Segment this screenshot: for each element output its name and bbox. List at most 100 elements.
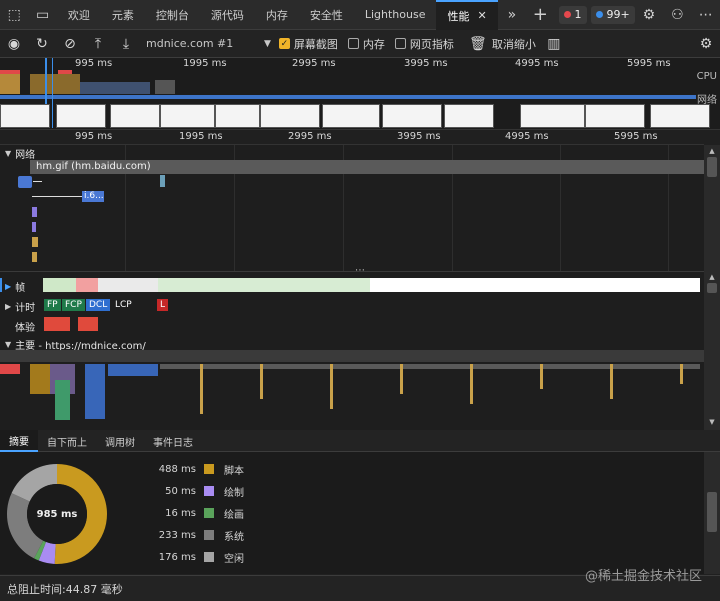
network-request-bar[interactable] <box>18 176 32 188</box>
more-tabs-icon[interactable]: » <box>498 0 526 30</box>
chevron-down-icon[interactable]: ▼ <box>264 39 271 49</box>
screenshot-thumb[interactable] <box>650 104 710 128</box>
scroll-up-icon[interactable]: ▲ <box>704 145 720 157</box>
layout-shift-block[interactable] <box>44 317 70 331</box>
screenshot-thumb[interactable] <box>520 104 585 128</box>
tab-console[interactable]: 控制台 <box>145 0 200 30</box>
long-task-block[interactable] <box>0 364 20 374</box>
script-block[interactable] <box>108 364 158 376</box>
screenshot-thumb[interactable] <box>382 104 442 128</box>
task-block[interactable] <box>400 364 403 394</box>
map-icon[interactable]: ▥ <box>540 30 568 58</box>
task-block[interactable] <box>330 364 333 409</box>
tab-memory[interactable]: 内存 <box>255 0 299 30</box>
dom-content-loaded-marker[interactable]: DCL <box>86 299 111 311</box>
tab-bottom-up[interactable]: 自下而上 <box>38 430 96 452</box>
scrollbar-thumb[interactable] <box>707 157 717 177</box>
layout-shift-block[interactable] <box>78 317 98 331</box>
frames-track-header[interactable]: ▶ 帧 <box>5 279 25 294</box>
task-block[interactable] <box>540 364 543 389</box>
screenshot-thumb[interactable] <box>56 104 106 128</box>
network-request-bar[interactable] <box>32 252 37 262</box>
script-block[interactable] <box>85 364 105 419</box>
screenshots-checkbox[interactable]: ✓ 屏幕截图 <box>278 36 338 52</box>
largest-contentful-paint-marker[interactable]: LCP <box>112 299 135 311</box>
screenshot-thumb[interactable] <box>160 104 215 128</box>
trash-icon[interactable]: 🗑 <box>464 30 492 58</box>
screenshot-thumb[interactable] <box>215 104 260 128</box>
timings-track-header[interactable]: ▶ 计时 <box>5 299 35 314</box>
main-thread-flame-chart[interactable] <box>0 350 704 431</box>
inspect-element-icon[interactable]: ⬚ <box>0 0 28 30</box>
watermark-text: @稀土掘金技术社区 <box>584 569 702 584</box>
frame-block[interactable] <box>43 278 76 292</box>
network-request-bar[interactable] <box>32 207 37 217</box>
settings-gear-icon[interactable]: ⚙ <box>635 0 663 30</box>
screenshot-thumb[interactable] <box>260 104 320 128</box>
task-block[interactable] <box>610 364 613 399</box>
tab-welcome[interactable]: 欢迎 <box>57 0 101 30</box>
timeline-tracks[interactable]: ▶ 帧 ▶ 计时 FP FCP DCL LCP L 体验 ▼ 主要 - http… <box>0 271 704 430</box>
zoom-out-button[interactable]: 取消缩小 <box>492 36 536 52</box>
first-contentful-paint-marker[interactable]: FCP <box>62 299 85 311</box>
people-icon[interactable]: ⚇ <box>663 0 691 30</box>
first-paint-marker[interactable]: FP <box>44 299 61 311</box>
tab-event-log[interactable]: 事件日志 <box>144 430 202 452</box>
screenshot-thumb[interactable] <box>0 104 50 128</box>
scroll-up-icon[interactable]: ▲ <box>704 271 720 283</box>
tab-security[interactable]: 安全性 <box>299 0 354 30</box>
network-request-bar[interactable] <box>32 222 36 232</box>
load-marker[interactable]: L <box>157 299 169 311</box>
tab-elements[interactable]: 元素 <box>101 0 145 30</box>
device-emulation-icon[interactable]: ▭ <box>28 0 56 30</box>
screenshot-thumb[interactable] <box>585 104 645 128</box>
tab-lighthouse[interactable]: Lighthouse <box>354 0 437 30</box>
clear-icon[interactable]: ⊘ <box>56 30 84 58</box>
web-vitals-checkbox[interactable]: 网页指标 <box>394 36 454 52</box>
tab-call-tree[interactable]: 调用树 <box>96 430 144 452</box>
task-block[interactable] <box>200 364 203 414</box>
network-request-bar[interactable] <box>160 175 165 187</box>
network-section-header[interactable]: ▼ 网络 <box>5 146 35 161</box>
task-block[interactable] <box>260 364 263 399</box>
network-track[interactable]: ▼ 网络 hm.gif (hm.baidu.com) i.6... ⋯ <box>0 145 704 276</box>
close-tab-icon[interactable]: ✕ <box>477 9 486 22</box>
record-icon[interactable]: ◉ <box>0 30 28 58</box>
tab-summary[interactable]: 摘要 <box>0 430 38 452</box>
network-request-hm-gif[interactable]: hm.gif (hm.baidu.com) <box>30 160 704 174</box>
timeline-overview[interactable]: 995 ms 1995 ms 2995 ms 3995 ms 4995 ms 5… <box>0 58 720 130</box>
messages-badge[interactable]: 99+ <box>590 5 635 24</box>
tracks-scrollbar[interactable]: ▲ ▼ <box>704 271 720 430</box>
more-options-icon[interactable]: ⋯ <box>692 0 720 30</box>
capture-settings-gear-icon[interactable]: ⚙ <box>692 30 720 58</box>
network-request-bar[interactable]: i.6... <box>82 191 104 202</box>
screenshot-thumb[interactable] <box>444 104 494 128</box>
network-scrollbar[interactable]: ▲ <box>704 145 720 271</box>
legend-name: 绘制 <box>224 487 244 499</box>
screenshot-filmstrip[interactable] <box>0 104 720 128</box>
screenshot-thumb[interactable] <box>110 104 160 128</box>
add-tab-icon[interactable]: + <box>526 0 554 30</box>
download-icon[interactable]: ⤓ <box>112 30 140 58</box>
scrollbar-thumb[interactable] <box>707 492 717 532</box>
scroll-down-icon[interactable]: ▼ <box>704 416 720 428</box>
scrollbar-thumb[interactable] <box>707 283 717 293</box>
summary-scrollbar[interactable] <box>704 452 720 574</box>
paint-block[interactable] <box>55 380 70 420</box>
frame-block[interactable] <box>98 278 158 292</box>
task-block[interactable] <box>470 364 473 404</box>
frame-block[interactable] <box>158 278 370 292</box>
errors-badge[interactable]: 1 <box>558 5 587 24</box>
frame-dropped[interactable] <box>76 278 98 292</box>
legend-swatch <box>204 552 214 562</box>
recording-select[interactable]: mdnice.com #1 <box>146 37 264 50</box>
tab-performance[interactable]: 性能 ✕ <box>436 0 498 30</box>
upload-icon[interactable]: ⤒ <box>84 30 112 58</box>
screenshot-thumb[interactable] <box>322 104 380 128</box>
legend-value: 488 ms <box>158 463 196 475</box>
tab-sources[interactable]: 源代码 <box>200 0 255 30</box>
reload-record-icon[interactable]: ↻ <box>28 30 56 58</box>
memory-checkbox[interactable]: 内存 <box>347 36 385 52</box>
network-request-bar[interactable] <box>32 237 38 247</box>
task-block[interactable] <box>680 364 683 384</box>
